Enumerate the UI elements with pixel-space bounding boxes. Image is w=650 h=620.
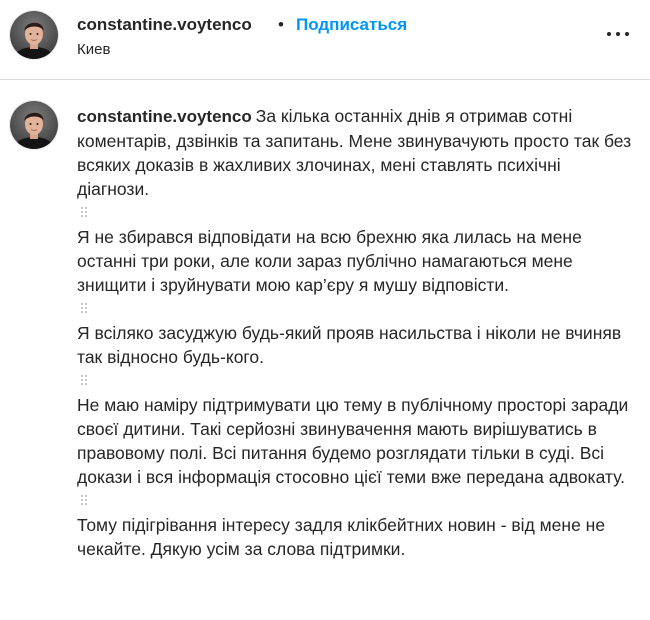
braille-dots-icon [77, 369, 87, 393]
caption-username-link[interactable]: constantine.voytenco [77, 107, 252, 126]
follow-button[interactable]: Подписаться [296, 15, 407, 35]
location-link[interactable]: Киев [77, 41, 110, 58]
braille-dots-icon [77, 297, 87, 321]
caption-avatar[interactable] [10, 101, 58, 149]
separator-dot: • [278, 15, 284, 34]
profile-photo [10, 101, 58, 149]
caption-paragraph: Я всіляко засуджую будь-який прояв насил… [77, 323, 622, 367]
profile-photo [10, 11, 58, 59]
more-options-icon[interactable] [606, 30, 630, 38]
post-caption: constantine.voytenco За кілька останніх д… [77, 104, 637, 561]
caption-paragraph: Тому підігрівання інтересу задля клікбей… [77, 515, 606, 559]
caption-paragraph: constantine.voytenco За кілька останніх д… [77, 104, 637, 201]
braille-dots-icon [77, 201, 87, 225]
username-link[interactable]: constantine.voytenco [77, 15, 252, 35]
braille-dots-icon [77, 489, 87, 513]
post-header: constantine.voytenco • Подписаться Киев [0, 0, 650, 80]
avatar[interactable] [10, 11, 58, 59]
caption-paragraph: Я не збирався відповідати на всю брехню … [77, 227, 582, 295]
caption-paragraph: Не маю наміру підтримувати цю тему в пуб… [77, 395, 629, 487]
